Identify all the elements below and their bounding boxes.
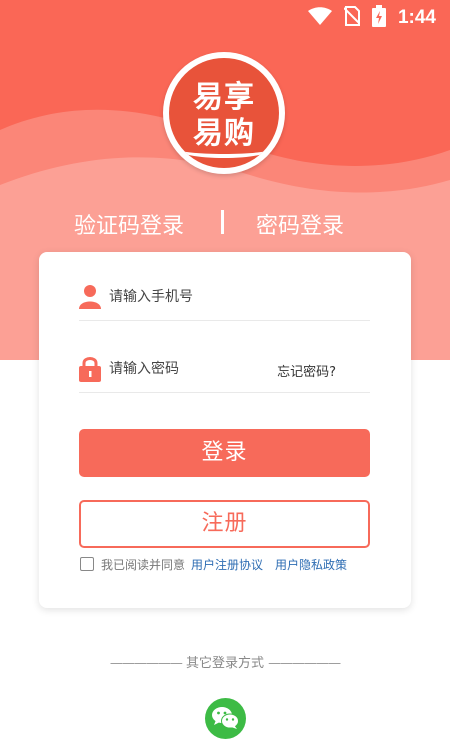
agreement-text: 我已阅读并同意 <box>101 557 186 572</box>
logo-arc <box>177 140 271 158</box>
divider-right: —————— <box>268 656 341 671</box>
phone-input[interactable] <box>109 282 289 312</box>
lock-icon <box>79 356 101 382</box>
battery-charging-icon <box>371 5 386 31</box>
password-field: 忘记密码? <box>79 352 370 393</box>
register-button[interactable]: 注册 <box>79 500 370 548</box>
login-button[interactable]: 登录 <box>79 429 370 477</box>
phone-field <box>79 280 370 321</box>
privacy-policy-link[interactable]: 用户隐私政策 <box>275 556 347 573</box>
divider-left: —————— <box>109 656 183 671</box>
agreement-row: 我已阅读并同意 用户注册协议 用户隐私政策 <box>80 555 359 573</box>
tab-sms-login[interactable]: 验证码登录 <box>74 208 184 240</box>
password-input[interactable] <box>109 354 289 384</box>
wechat-login-button[interactable] <box>205 698 246 739</box>
wifi-icon <box>307 7 332 29</box>
login-card: 忘记密码? 登录 注册 我已阅读并同意 用户注册协议 用户隐私政策 <box>39 252 411 608</box>
user-icon <box>79 284 101 310</box>
login-mode-tabs: 验证码登录 密码登录 <box>0 208 450 244</box>
status-time: 1:44 <box>397 7 436 28</box>
tab-divider <box>221 210 224 234</box>
status-bar: 1:44 <box>0 0 450 36</box>
app-logo: 易享 易购 <box>163 52 285 174</box>
forgot-password-link[interactable]: 忘记密码? <box>277 361 336 380</box>
agreement-checkbox[interactable] <box>80 557 94 571</box>
tab-password-login[interactable]: 密码登录 <box>256 208 344 240</box>
other-login-title: 其它登录方式 <box>185 656 264 671</box>
no-sim-icon <box>343 6 361 30</box>
user-agreement-link[interactable]: 用户注册协议 <box>191 556 263 573</box>
other-login-section: —————— 其它登录方式 —————— <box>0 652 450 671</box>
